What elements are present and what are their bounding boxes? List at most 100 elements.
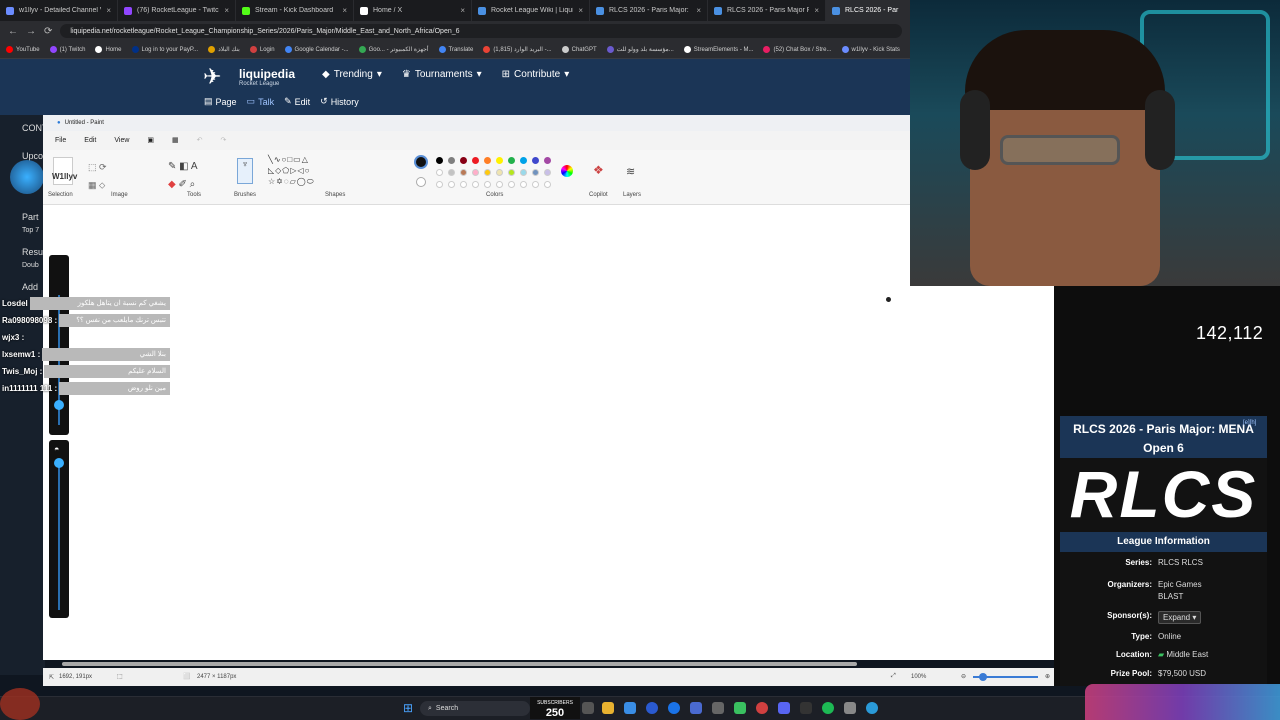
color-swatch[interactable]: [448, 157, 455, 164]
tab-history[interactable]: ↺ History: [320, 96, 359, 107]
browser-tab[interactable]: RLCS 2026 - Paris Major Rankings ×: [708, 0, 826, 21]
app-icon[interactable]: [646, 702, 658, 714]
chrome-icon[interactable]: [668, 702, 680, 714]
color-swatch[interactable]: [520, 169, 527, 176]
zoom-slider-thumb[interactable]: [979, 673, 987, 681]
bookmark-item[interactable]: ChatGPT: [561, 46, 597, 53]
bookmark-item[interactable]: Goo... - أجهزة الكمبيوتر: [358, 46, 429, 53]
shapes-gallery[interactable]: ╲∿○□▭△ ◺◇⬠▷◁○ ☆✡◌▱◯⬭: [268, 154, 315, 187]
forward-icon[interactable]: →: [26, 26, 36, 37]
menu-view[interactable]: View: [114, 137, 129, 144]
color-swatch[interactable]: [436, 169, 443, 176]
bookmark-item[interactable]: (1) Twitch: [49, 46, 85, 53]
secondary-color[interactable]: [416, 177, 426, 187]
browser-tab[interactable]: RLCS 2026 - Paris Major: Middle ×: [590, 0, 708, 21]
custom-color-slot[interactable]: [520, 181, 527, 188]
menu-edit[interactable]: Edit: [84, 137, 96, 144]
color-swatch[interactable]: [484, 157, 491, 164]
tab-edit[interactable]: ✎ Edit: [284, 96, 310, 107]
color-swatch[interactable]: [496, 169, 503, 176]
taskview-icon[interactable]: [582, 702, 594, 714]
primary-color[interactable]: [414, 155, 428, 169]
bookmark-item[interactable]: مؤسسة بلد وولو للت...: [606, 46, 674, 53]
app-icon[interactable]: [756, 702, 768, 714]
browser-tab[interactable]: w1llyv - Detailed Channel Views ×: [0, 0, 118, 21]
close-icon[interactable]: ×: [578, 6, 583, 15]
color-swatch[interactable]: [484, 169, 491, 176]
bookmark-item[interactable]: YouTube: [6, 46, 40, 53]
bookmark-item[interactable]: (1,815) البريد الوارد -...: [483, 46, 552, 53]
close-icon[interactable]: ×: [224, 6, 229, 15]
open-icon[interactable]: ▦: [172, 136, 179, 144]
tab-page[interactable]: ▤ Page: [204, 96, 237, 107]
color-swatch[interactable]: [472, 157, 479, 164]
custom-color-slot[interactable]: [532, 181, 539, 188]
zoom-level[interactable]: 100%: [911, 674, 926, 680]
color-swatch[interactable]: [436, 157, 443, 164]
custom-color-slot[interactable]: [496, 181, 503, 188]
color-swatch[interactable]: [460, 157, 467, 164]
custom-color-slot[interactable]: [544, 181, 551, 188]
color-swatch[interactable]: [508, 169, 515, 176]
close-icon[interactable]: ×: [106, 6, 111, 15]
bookmark-item[interactable]: Google Calendar -...: [284, 46, 349, 53]
image-tools[interactable]: ⬚ ⟳ ▦ ⬦: [88, 158, 107, 194]
zoom-out-icon[interactable]: ⊖: [961, 673, 966, 680]
close-icon[interactable]: ×: [814, 6, 819, 15]
edit-colors-icon[interactable]: [561, 165, 573, 177]
app-icon[interactable]: [690, 702, 702, 714]
volume-slider-2[interactable]: ◓: [49, 440, 69, 618]
drawing-tools[interactable]: ✎ ◧ A ◆ ✐ ⌕: [168, 158, 198, 194]
app-icon[interactable]: [712, 702, 724, 714]
custom-color-slot[interactable]: [508, 181, 515, 188]
bookmark-item[interactable]: Home: [95, 46, 122, 53]
zoom-in-icon[interactable]: ⊕: [1045, 673, 1050, 680]
horizontal-scrollbar[interactable]: [62, 662, 857, 666]
app-icon[interactable]: [734, 702, 746, 714]
fit-icon[interactable]: ⤢: [891, 673, 896, 680]
browser-tab[interactable]: RLCS 2026 - Par×: [826, 0, 910, 21]
color-swatch[interactable]: [544, 169, 551, 176]
bookmark-item[interactable]: بنك البلاد: [208, 46, 240, 53]
color-swatch[interactable]: [532, 157, 539, 164]
custom-color-slot[interactable]: [460, 181, 467, 188]
discord-icon[interactable]: [778, 702, 790, 714]
back-icon[interactable]: ←: [8, 26, 18, 37]
bookmark-item[interactable]: Translate: [438, 46, 473, 53]
bookmark-item[interactable]: Log in to your PayP...: [131, 46, 198, 53]
close-icon[interactable]: ×: [696, 6, 701, 15]
undo-icon[interactable]: ↶: [197, 136, 203, 144]
layers-icon[interactable]: ≋: [626, 165, 635, 178]
brushes-icon[interactable]: ♆: [237, 158, 253, 184]
explorer-icon[interactable]: [602, 702, 614, 714]
spotify-icon[interactable]: [822, 702, 834, 714]
bookmark-item[interactable]: w1llyv - Kick Stats: [841, 46, 900, 53]
nav-tournaments[interactable]: ♛ Tournaments ▾: [402, 69, 482, 80]
close-icon[interactable]: ×: [342, 6, 347, 15]
menu-file[interactable]: File: [55, 137, 66, 144]
browser-tab[interactable]: (76) RocketLeague - Twitch ×: [118, 0, 236, 21]
custom-color-slot[interactable]: [448, 181, 455, 188]
tab-talk[interactable]: ▭ Talk: [247, 96, 275, 107]
liquipedia-logo[interactable]: ✈ liquipedia Rocket League: [203, 66, 295, 88]
browser-tab[interactable]: Home / X ×: [354, 0, 472, 21]
infobox-edit-links[interactable]: [e][h]: [1243, 420, 1256, 426]
infobox-value[interactable]: Expand ▾: [1158, 611, 1202, 624]
nav-trending[interactable]: ◆ Trending ▾: [322, 69, 382, 80]
url-field[interactable]: liquipedia.net/rocketleague/Rocket_Leagu…: [60, 24, 902, 38]
color-swatch[interactable]: [496, 157, 503, 164]
custom-color-slot[interactable]: [484, 181, 491, 188]
bookmark-item[interactable]: StreamElements - M...: [683, 46, 753, 53]
save-icon[interactable]: ▣: [147, 136, 154, 144]
custom-color-slot[interactable]: [472, 181, 479, 188]
color-swatch[interactable]: [448, 169, 455, 176]
color-swatch[interactable]: [508, 157, 515, 164]
nav-contribute[interactable]: ⊞ Contribute ▾: [502, 69, 570, 80]
taskbar-search[interactable]: ⌕ Search: [420, 701, 530, 716]
color-swatch[interactable]: [520, 157, 527, 164]
app-icon[interactable]: [844, 702, 856, 714]
paint-canvas[interactable]: [43, 205, 1054, 660]
custom-color-slot[interactable]: [436, 181, 443, 188]
reload-icon[interactable]: ⟳: [44, 26, 52, 37]
copilot-icon[interactable]: ❖: [593, 163, 604, 177]
